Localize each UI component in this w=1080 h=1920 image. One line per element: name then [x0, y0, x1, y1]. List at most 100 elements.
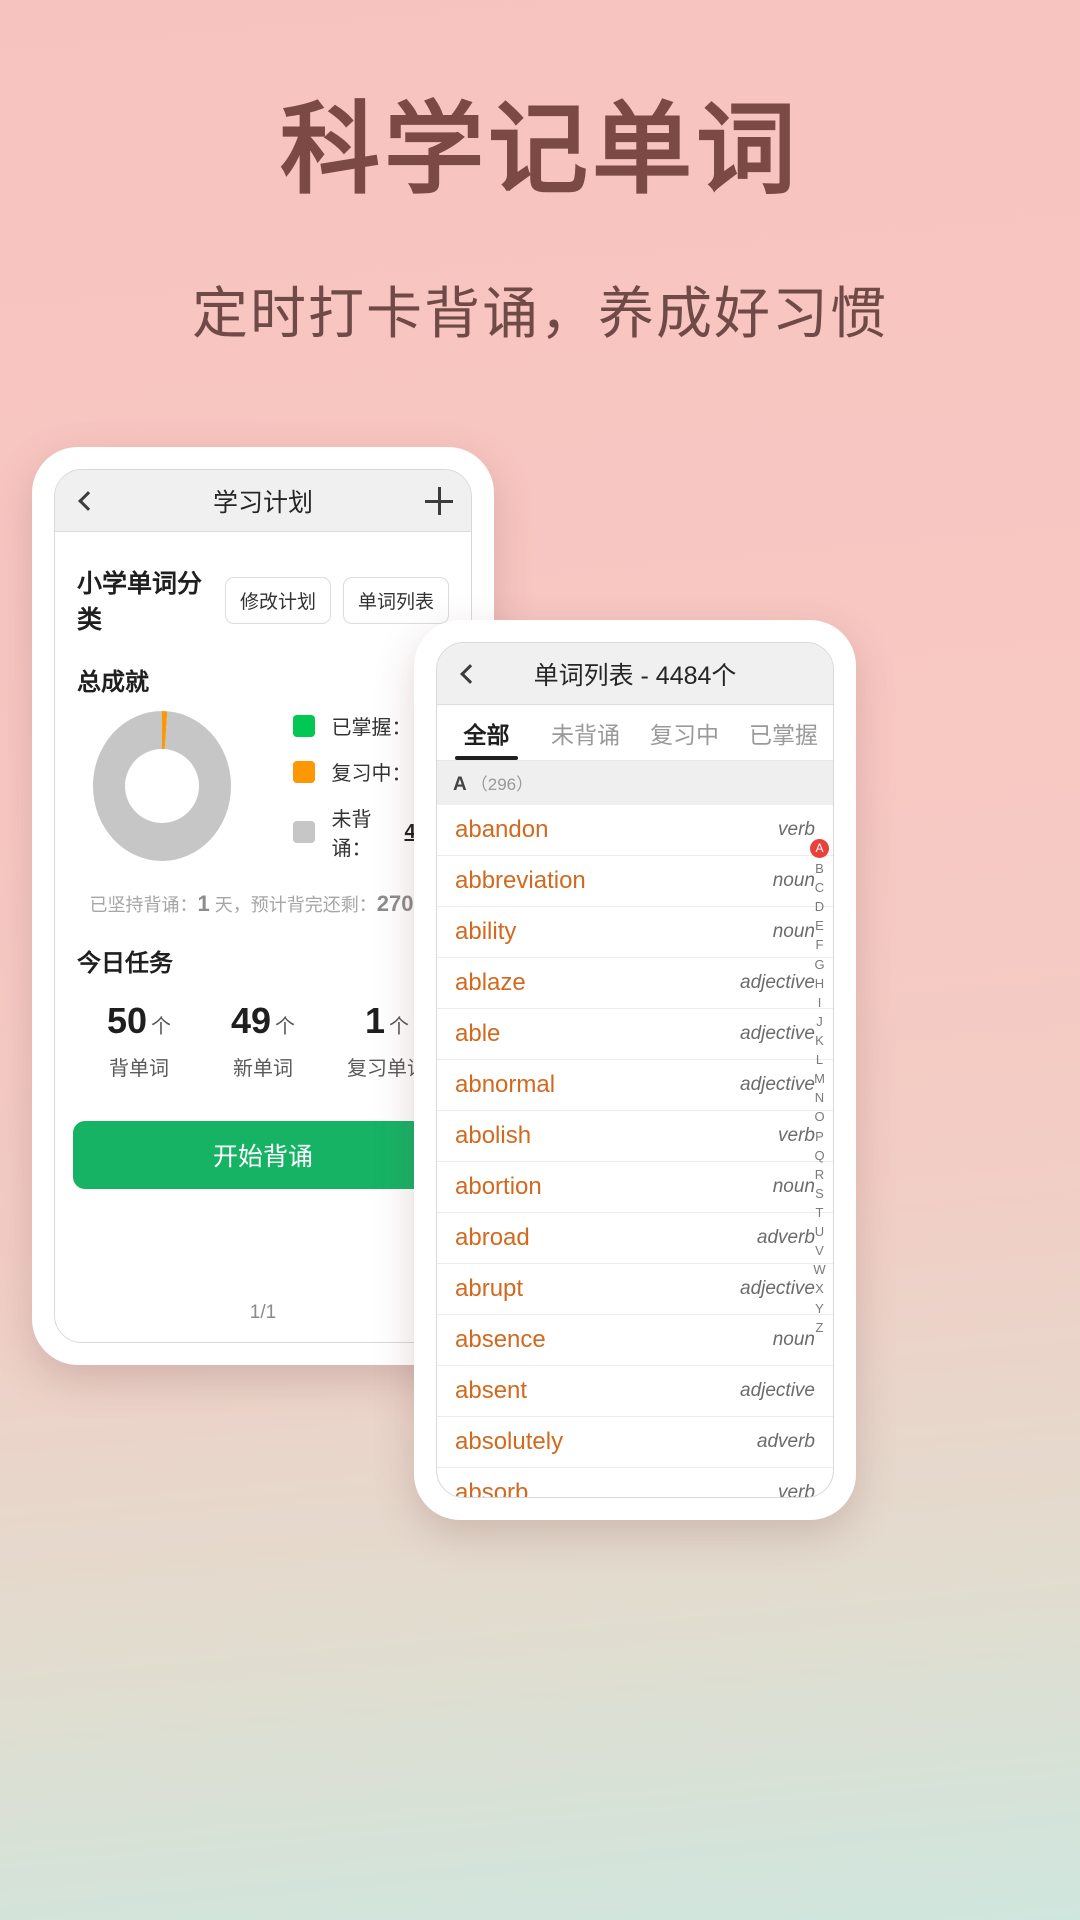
alphabet-index-letter[interactable]: U [815, 1222, 824, 1241]
word-list-tabs: 全部 未背诵 复习中 已掌握 [437, 705, 833, 761]
task-1-number: 49 个 [230, 1000, 296, 1041]
tab-reviewing[interactable]: 复习中 [635, 705, 734, 760]
list-item[interactable]: abroad adverb [437, 1213, 833, 1264]
alphabet-index-letter[interactable]: M [814, 1069, 825, 1088]
legend-swatch-mastered [293, 714, 316, 737]
word-pos: adjective [740, 1074, 815, 1095]
tab-unlearned[interactable]: 未背诵 [536, 705, 635, 760]
streak-text: 已坚持背诵：1 天，预计背完还剩：270 天 [77, 891, 449, 917]
list-item[interactable]: absolutely adverb [437, 1417, 833, 1468]
alphabet-index-letter[interactable]: C [815, 878, 824, 897]
phone2-screen: 单词列表 - 4484个 全部 未背诵 复习中 已掌握 A （296） aband… [436, 642, 834, 1498]
word-text: abandon [455, 816, 549, 843]
word-text: abrupt [455, 1275, 524, 1302]
alphabet-index-letter[interactable]: F [816, 935, 824, 954]
list-item[interactable]: abandon verb [437, 805, 833, 856]
alphabet-index-letter[interactable]: D [815, 897, 824, 916]
word-text: abnormal [455, 1071, 556, 1098]
task-0-unit: 个 [151, 1016, 172, 1038]
alphabet-index-letter[interactable]: E [815, 916, 824, 935]
word-pos: verb [778, 1482, 815, 1498]
alphabet-index-letter[interactable]: G [814, 955, 824, 974]
list-item[interactable]: absence noun [437, 1315, 833, 1366]
word-list-button[interactable]: 单词列表 [342, 576, 449, 624]
alphabet-index-letter[interactable]: X [815, 1279, 824, 1298]
word-pos: adjective [740, 1380, 815, 1401]
task-0-label: 背单词 [109, 1058, 169, 1080]
alphabet-index-letter[interactable]: Z [816, 1318, 824, 1337]
list-item[interactable]: abortion noun [437, 1162, 833, 1213]
word-text: abbreviation [455, 867, 586, 894]
word-text: ablaze [455, 969, 526, 996]
list-item[interactable]: ablaze adjective [437, 958, 833, 1009]
legend-label-unlearned: 未背诵： [331, 809, 372, 860]
word-text: abolish [455, 1122, 532, 1149]
list-item[interactable]: abolish verb [437, 1111, 833, 1162]
alphabet-index-letter[interactable]: P [815, 1127, 824, 1146]
word-pos: noun [772, 921, 815, 942]
back-icon[interactable] [78, 490, 98, 511]
list-item[interactable]: absent adjective [437, 1366, 833, 1417]
alphabet-index-letter[interactable]: R [815, 1165, 824, 1184]
list-item[interactable]: abnormal adjective [437, 1060, 833, 1111]
word-text: absolutely [455, 1428, 564, 1455]
word-pos: adjective [740, 1023, 815, 1044]
word-text: absence [455, 1326, 546, 1353]
task-new-words: 49 个 新单词 [201, 1000, 325, 1081]
achievement-title: 总成就 [77, 669, 149, 696]
alphabet-index-letter[interactable]: Y [815, 1299, 824, 1318]
word-text: absorb [455, 1479, 529, 1498]
edit-plan-button[interactable]: 修改计划 [224, 576, 331, 624]
alphabet-index-letter[interactable]: O [814, 1107, 824, 1126]
alphabet-index-letter[interactable]: S [815, 1184, 824, 1203]
tab-mastered[interactable]: 已掌握 [734, 705, 833, 760]
word-text: abortion [455, 1173, 542, 1200]
alphabet-index-letter[interactable]: B [815, 859, 824, 878]
word-text: abroad [455, 1224, 530, 1251]
alphabet-index-letter[interactable]: N [815, 1088, 824, 1107]
plan-card-header: 小学单词分类 修改计划 单词列表 [77, 564, 449, 636]
alphabet-index-letter[interactable]: W [813, 1260, 825, 1279]
phone1-title: 学习计划 [212, 488, 313, 517]
legend-swatch-unlearned [293, 821, 316, 843]
alphabet-index-letter[interactable]: Q [814, 1146, 824, 1165]
legend-label-reviewing: 复习中： [331, 763, 412, 785]
alphabet-index-letter[interactable]: L [816, 1050, 823, 1069]
alphabet-index[interactable]: A B C D E F G H I J K L M N O P Q R S T … [810, 839, 829, 1337]
alphabet-index-letter[interactable]: T [816, 1203, 824, 1222]
list-item[interactable]: abrupt adjective [437, 1264, 833, 1315]
hero-section: 科学记单词 定时打卡背诵，养成好习惯 [0, 0, 1080, 350]
list-item[interactable]: ability noun [437, 907, 833, 958]
alphabet-index-letter[interactable]: H [815, 974, 824, 993]
alphabet-index-letter[interactable]: V [815, 1241, 824, 1260]
page-title: 科学记单词 [280, 95, 800, 206]
phone1-screen: 学习计划 小学单词分类 修改计划 单词列表 总成就 已掌握： 复习中： 未背诵：… [54, 469, 472, 1343]
phone-mockup-word-list: 单词列表 - 4484个 全部 未背诵 复习中 已掌握 A （296） aband… [414, 620, 856, 1520]
legend-swatch-reviewing [293, 760, 316, 783]
start-recite-button[interactable]: 开始背诵 [73, 1121, 453, 1189]
list-item[interactable]: abbreviation noun [437, 856, 833, 907]
task-review-words: 50 个 背单词 [77, 1000, 201, 1081]
list-item[interactable]: able adjective [437, 1009, 833, 1060]
task-1-unit: 个 [275, 1016, 296, 1038]
word-pos: adverb [756, 1227, 815, 1248]
alphabet-index-selected[interactable]: A [810, 839, 829, 858]
group-header-a: A （296） [437, 761, 833, 805]
tab-all[interactable]: 全部 [437, 705, 536, 760]
word-pos: noun [772, 1176, 815, 1197]
streak-prefix: 已坚持背诵： [89, 895, 198, 915]
word-list[interactable]: abandon verb abbreviation noun ability noun… [437, 805, 833, 1498]
achievement-chart-row: 已掌握： 0 复习中： 50 未背诵： 4434 [77, 711, 449, 861]
achievement-donut-chart [93, 711, 232, 861]
task-1-label: 新单词 [233, 1058, 293, 1080]
task-0-number: 50 个 [106, 1000, 172, 1041]
alphabet-index-letter[interactable]: K [815, 1031, 824, 1050]
phone1-navbar: 学习计划 [55, 470, 471, 532]
back-icon[interactable] [460, 663, 480, 684]
plus-icon[interactable] [425, 486, 453, 515]
word-text: ability [455, 918, 517, 945]
streak-middle: 天，预计背完还剩： [214, 895, 377, 915]
alphabet-index-letter[interactable]: J [816, 1012, 823, 1031]
alphabet-index-letter[interactable]: I [818, 993, 822, 1012]
list-item[interactable]: absorb verb [437, 1468, 833, 1498]
